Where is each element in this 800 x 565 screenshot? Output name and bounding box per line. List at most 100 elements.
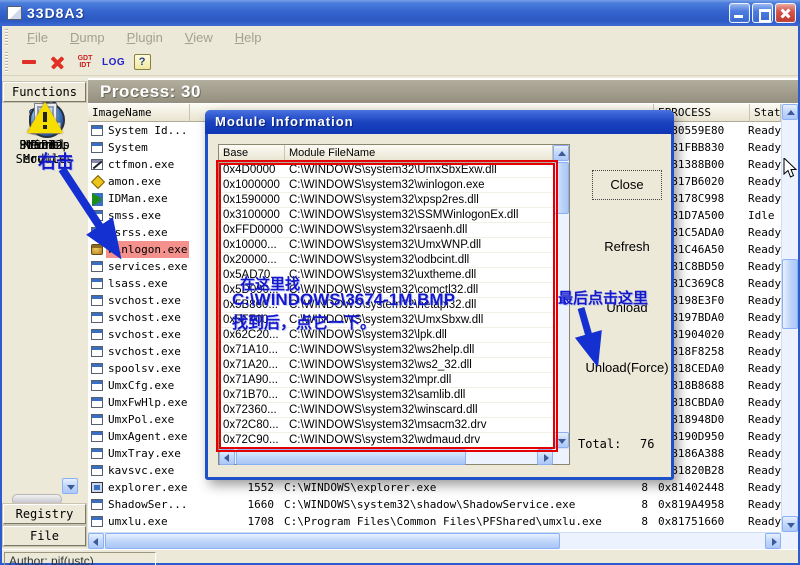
vertical-scroll-thumb[interactable]: [782, 259, 798, 329]
chevron-left-icon: [93, 538, 98, 546]
file-section-button[interactable]: File: [3, 526, 86, 546]
scroll-right-button[interactable]: [765, 533, 781, 549]
sidebar-item[interactable]: SPI: [2, 100, 87, 152]
menu-item[interactable]: File: [20, 28, 55, 47]
process-row[interactable]: ShadowSer... 1660 C:\WINDOWS\system32\sh…: [88, 496, 781, 513]
module-row[interactable]: 0x3100000 C:\WINDOWS\system32\SSMWinlogo…: [219, 208, 553, 223]
chevron-down-icon: [787, 523, 795, 528]
chevron-left-icon: [224, 454, 229, 462]
module-scroll-right-button[interactable]: [537, 449, 553, 465]
module-hscroll-thumb[interactable]: [236, 449, 466, 465]
module-row[interactable]: 0x71A10... C:\WINDOWS\system32\ws2help.d…: [219, 343, 553, 358]
process-icon: [91, 227, 103, 238]
scroll-left-button[interactable]: [88, 533, 104, 549]
process-icon: [91, 193, 103, 204]
module-row[interactable]: 0x5D090... C:\WINDOWS\system32\comctl32.…: [219, 283, 553, 298]
module-row[interactable]: 0x72C90... C:\WINDOWS\system32\wdmaud.dr…: [219, 433, 553, 448]
module-horizontal-scrollbar[interactable]: [219, 448, 569, 464]
restore-button[interactable]: [752, 3, 773, 23]
status-bar: Author: pjf(ustc): [2, 549, 798, 563]
module-row[interactable]: 0x1000000 C:\WINDOWS\system32\winlogon.e…: [219, 178, 553, 193]
gdt-idt-button[interactable]: GDT IDT: [74, 51, 96, 73]
module-scroll-down-button[interactable]: [553, 432, 569, 448]
process-icon: [91, 142, 103, 153]
process-count-header: Process: 30: [88, 80, 798, 103]
close-dialog-button[interactable]: Close: [592, 170, 662, 200]
menu-item[interactable]: View: [178, 28, 220, 47]
horizontal-scroll-thumb[interactable]: [105, 533, 560, 549]
chevron-down-icon: [67, 485, 75, 490]
process-row[interactable]: umxlu.exe 1708 C:\Program Files\Common F…: [88, 513, 781, 530]
module-row[interactable]: 0x5FF00... C:\WINDOWS\system32\UmxSbxw.d…: [219, 313, 553, 328]
process-icon: [91, 414, 103, 425]
chevron-up-icon: [558, 151, 566, 156]
module-row[interactable]: 0x1590000 C:\WINDOWS\system32\xpsp2res.d…: [219, 193, 553, 208]
scroll-up-button[interactable]: [782, 104, 798, 120]
dump-minus-button[interactable]: [18, 51, 40, 73]
chevron-right-icon: [544, 454, 549, 462]
refresh-button[interactable]: Refresh: [572, 239, 682, 254]
process-icon: [91, 210, 103, 221]
module-row[interactable]: 0x4D0000 C:\WINDOWS\system32\UmxSbxExw.d…: [219, 163, 553, 178]
module-row[interactable]: 0x5B860... C:\WINDOWS\system32\netapi32.…: [219, 298, 553, 313]
module-row[interactable]: 0x71A90... C:\WINDOWS\system32\mpr.dll: [219, 373, 553, 388]
module-row[interactable]: 0xFFD0000 C:\WINDOWS\system32\rsaenh.dll: [219, 223, 553, 238]
chevron-down-icon: [558, 439, 566, 444]
module-row[interactable]: 0x10000... C:\WINDOWS\system32\UmxWNP.dl…: [219, 238, 553, 253]
horizontal-scrollbar[interactable]: [88, 532, 781, 549]
x-icon: [50, 55, 65, 70]
process-icon: [91, 499, 103, 510]
idt-label: IDT: [79, 62, 90, 69]
module-scroll-left-button[interactable]: [219, 449, 235, 465]
menu-item[interactable]: Plugin: [120, 28, 170, 47]
module-row[interactable]: 0x5AD70... C:\WINDOWS\system32\uxtheme.d…: [219, 268, 553, 283]
window-title: 33D8A3: [27, 5, 84, 21]
menu-item[interactable]: Help: [228, 28, 269, 47]
vertical-scrollbar[interactable]: [781, 104, 798, 532]
module-row[interactable]: 0x72360... C:\WINDOWS\system32\winscard.…: [219, 403, 553, 418]
toolbar: GDT IDT LOG ?: [2, 49, 798, 76]
help-button[interactable]: ?: [131, 51, 153, 73]
module-row[interactable]: 0x20000... C:\WINDOWS\system32\odbcint.d…: [219, 253, 553, 268]
minimize-button[interactable]: [729, 3, 750, 23]
total-value: 76: [640, 437, 654, 451]
module-row[interactable]: 0x72C80... C:\WINDOWS\system32\msacm32.d…: [219, 418, 553, 433]
scroll-down-button[interactable]: [782, 516, 798, 532]
module-list-header: Base Module FileName: [219, 145, 553, 163]
chevron-right-icon: [772, 538, 777, 546]
column-state[interactable]: State: [750, 104, 781, 122]
sidebar-item-label: SPI: [5, 138, 85, 152]
process-icon: [91, 159, 103, 170]
module-row[interactable]: 0x62C20... C:\WINDOWS\system32\lpk.dll: [219, 328, 553, 343]
menu-bar: File Dump Plugin View Help: [2, 26, 798, 49]
process-icon: [91, 329, 103, 340]
log-button[interactable]: LOG: [102, 51, 125, 73]
scrollbar-corner: [781, 532, 798, 549]
process-icon: [91, 380, 103, 391]
unload-force-button[interactable]: Unload(Force): [572, 360, 682, 375]
module-scroll-thumb[interactable]: [553, 162, 569, 214]
process-icon: [91, 295, 103, 306]
menu-item[interactable]: Dump: [63, 28, 112, 47]
dialog-title-bar: Module Information: [205, 110, 674, 134]
column-module-filename[interactable]: Module FileName: [285, 145, 553, 163]
registry-section-button[interactable]: Registry: [3, 504, 86, 524]
author-status: Author: pjf(ustc): [4, 552, 156, 565]
unload-button[interactable]: Unload: [572, 300, 682, 315]
module-row[interactable]: 0x71A20... C:\WINDOWS\system32\ws2_32.dl…: [219, 358, 553, 373]
help-icon: ?: [134, 54, 151, 70]
process-row[interactable]: explorer.exe 1552 C:\WINDOWS\explorer.ex…: [88, 479, 781, 496]
functions-header-button[interactable]: Functions: [3, 82, 86, 102]
close-button[interactable]: [775, 3, 796, 23]
module-vertical-scrollbar[interactable]: [553, 145, 569, 448]
module-rows: 0x4D0000 C:\WINDOWS\system32\UmxSbxExw.d…: [219, 163, 553, 448]
sidebar-scroll-down-button[interactable]: [62, 478, 78, 494]
module-row[interactable]: 0x71B70... C:\WINDOWS\system32\samlib.dl…: [219, 388, 553, 403]
column-base[interactable]: Base: [219, 145, 285, 163]
process-icon: [91, 516, 103, 527]
column-imagename[interactable]: ImageName: [88, 104, 190, 122]
process-icon: [91, 431, 103, 442]
sidebar-icon: [26, 100, 64, 136]
module-scroll-up-button[interactable]: [553, 145, 569, 161]
kill-button[interactable]: [46, 51, 68, 73]
